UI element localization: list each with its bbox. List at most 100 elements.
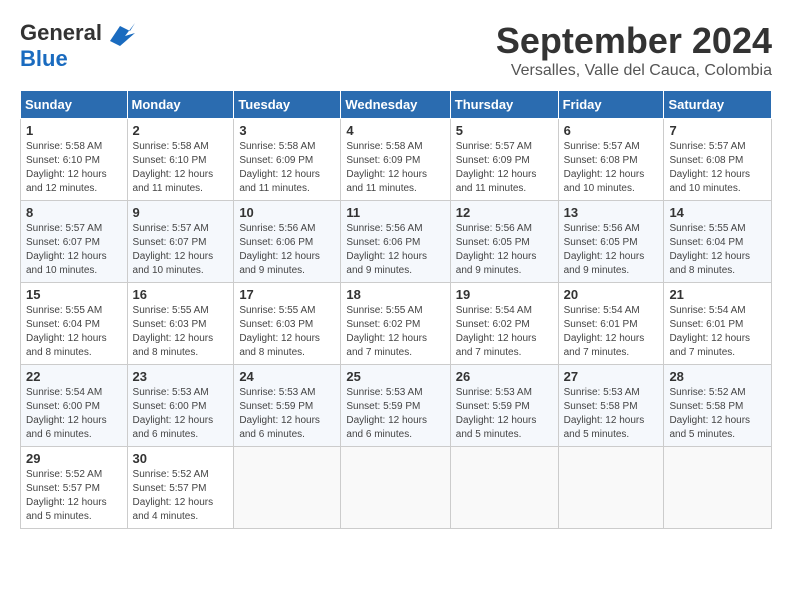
weekday-header-friday: Friday bbox=[558, 91, 664, 119]
day-info: Sunrise: 5:57 AMSunset: 6:07 PMDaylight:… bbox=[133, 222, 229, 278]
calendar-cell: 8 Sunrise: 5:57 AMSunset: 6:07 PMDaylight… bbox=[21, 201, 128, 283]
day-number: 14 bbox=[669, 205, 766, 220]
calendar-cell bbox=[450, 447, 558, 529]
calendar-cell: 21Sunrise: 5:54 AMSunset: 6:01 PMDayligh… bbox=[664, 283, 772, 365]
day-info: Sunrise: 5:54 AMSunset: 6:01 PMDaylight:… bbox=[669, 304, 766, 360]
calendar-cell: 28 Sunrise: 5:52 AMSunset: 5:58 PMDayligh… bbox=[664, 365, 772, 447]
calendar-cell bbox=[664, 447, 772, 529]
day-info: Sunrise: 5:54 AMSunset: 6:00 PMDaylight:… bbox=[26, 386, 122, 442]
day-info: Sunrise: 5:56 AMSunset: 6:05 PMDaylight:… bbox=[564, 222, 659, 278]
calendar-cell: 20Sunrise: 5:54 AMSunset: 6:01 PMDayligh… bbox=[558, 283, 664, 365]
calendar-cell: 3Sunrise: 5:58 AMSunset: 6:09 PMDaylight… bbox=[234, 119, 341, 201]
calendar-cell: 26Sunrise: 5:53 AMSunset: 5:59 PMDayligh… bbox=[450, 365, 558, 447]
day-info: Sunrise: 5:55 AMSunset: 6:03 PMDaylight:… bbox=[133, 304, 229, 360]
calendar-cell: 9 Sunrise: 5:57 AMSunset: 6:07 PMDaylight… bbox=[127, 201, 234, 283]
day-number: 26 bbox=[456, 369, 553, 384]
day-info: Sunrise: 5:56 AMSunset: 6:05 PMDaylight:… bbox=[456, 222, 553, 278]
day-info: Sunrise: 5:53 AMSunset: 5:58 PMDaylight:… bbox=[564, 386, 659, 442]
day-number: 9 bbox=[133, 205, 229, 220]
weekday-header-wednesday: Wednesday bbox=[341, 91, 450, 119]
day-info: Sunrise: 5:55 AMSunset: 6:02 PMDaylight:… bbox=[346, 304, 444, 360]
calendar-cell: 10 Sunrise: 5:56 AMSunset: 6:06 PMDayligh… bbox=[234, 201, 341, 283]
day-info: Sunrise: 5:57 AMSunset: 6:09 PMDaylight:… bbox=[456, 140, 553, 196]
calendar-cell bbox=[234, 447, 341, 529]
logo-blue-text: Blue bbox=[20, 46, 68, 72]
day-info: Sunrise: 5:56 AMSunset: 6:06 PMDaylight:… bbox=[346, 222, 444, 278]
calendar-week-5: 29 Sunrise: 5:52 AMSunset: 5:57 PMDayligh… bbox=[21, 447, 772, 529]
day-info: Sunrise: 5:53 AMSunset: 5:59 PMDaylight:… bbox=[239, 386, 335, 442]
calendar-cell: 4 Sunrise: 5:58 AMSunset: 6:09 PMDaylight… bbox=[341, 119, 450, 201]
weekday-header-row: SundayMondayTuesdayWednesdayThursdayFrid… bbox=[21, 91, 772, 119]
calendar-cell: 1Sunrise: 5:58 AMSunset: 6:10 PMDaylight… bbox=[21, 119, 128, 201]
day-info: Sunrise: 5:58 AMSunset: 6:09 PMDaylight:… bbox=[239, 140, 335, 196]
day-info: Sunrise: 5:55 AMSunset: 6:04 PMDaylight:… bbox=[669, 222, 766, 278]
day-number: 7 bbox=[669, 123, 766, 138]
calendar-week-2: 8 Sunrise: 5:57 AMSunset: 6:07 PMDaylight… bbox=[21, 201, 772, 283]
weekday-header-tuesday: Tuesday bbox=[234, 91, 341, 119]
calendar-cell: 6Sunrise: 5:57 AMSunset: 6:08 PMDaylight… bbox=[558, 119, 664, 201]
page-header: General Blue September 2024 Versalles, V… bbox=[20, 20, 772, 80]
day-number: 20 bbox=[564, 287, 659, 302]
day-number: 10 bbox=[239, 205, 335, 220]
logo-general-text: General bbox=[20, 20, 102, 46]
day-number: 28 bbox=[669, 369, 766, 384]
calendar-cell: 27 Sunrise: 5:53 AMSunset: 5:58 PMDayligh… bbox=[558, 365, 664, 447]
day-info: Sunrise: 5:52 AMSunset: 5:57 PMDaylight:… bbox=[26, 468, 122, 524]
day-number: 23 bbox=[133, 369, 229, 384]
weekday-header-thursday: Thursday bbox=[450, 91, 558, 119]
calendar-cell: 13 Sunrise: 5:56 AMSunset: 6:05 PMDayligh… bbox=[558, 201, 664, 283]
calendar-cell: 24 Sunrise: 5:53 AMSunset: 5:59 PMDayligh… bbox=[234, 365, 341, 447]
calendar-cell: 5 Sunrise: 5:57 AMSunset: 6:09 PMDaylight… bbox=[450, 119, 558, 201]
calendar-cell: 11 Sunrise: 5:56 AMSunset: 6:06 PMDayligh… bbox=[341, 201, 450, 283]
calendar-cell: 25 Sunrise: 5:53 AMSunset: 5:59 PMDayligh… bbox=[341, 365, 450, 447]
day-info: Sunrise: 5:57 AMSunset: 6:08 PMDaylight:… bbox=[669, 140, 766, 196]
title-section: September 2024 Versalles, Valle del Cauc… bbox=[496, 20, 772, 80]
day-number: 29 bbox=[26, 451, 122, 466]
calendar-week-3: 15 Sunrise: 5:55 AMSunset: 6:04 PMDayligh… bbox=[21, 283, 772, 365]
day-number: 5 bbox=[456, 123, 553, 138]
calendar-cell: 17Sunrise: 5:55 AMSunset: 6:03 PMDayligh… bbox=[234, 283, 341, 365]
day-number: 8 bbox=[26, 205, 122, 220]
day-number: 18 bbox=[346, 287, 444, 302]
day-number: 27 bbox=[564, 369, 659, 384]
calendar-cell: 16 Sunrise: 5:55 AMSunset: 6:03 PMDayligh… bbox=[127, 283, 234, 365]
calendar-cell bbox=[341, 447, 450, 529]
day-number: 16 bbox=[133, 287, 229, 302]
day-info: Sunrise: 5:54 AMSunset: 6:02 PMDaylight:… bbox=[456, 304, 553, 360]
day-number: 19 bbox=[456, 287, 553, 302]
weekday-header-saturday: Saturday bbox=[664, 91, 772, 119]
day-info: Sunrise: 5:53 AMSunset: 5:59 PMDaylight:… bbox=[346, 386, 444, 442]
day-number: 30 bbox=[133, 451, 229, 466]
day-info: Sunrise: 5:56 AMSunset: 6:06 PMDaylight:… bbox=[239, 222, 335, 278]
day-number: 15 bbox=[26, 287, 122, 302]
weekday-header-monday: Monday bbox=[127, 91, 234, 119]
calendar-cell: 29 Sunrise: 5:52 AMSunset: 5:57 PMDayligh… bbox=[21, 447, 128, 529]
day-number: 11 bbox=[346, 205, 444, 220]
calendar-cell: 18 Sunrise: 5:55 AMSunset: 6:02 PMDayligh… bbox=[341, 283, 450, 365]
day-number: 22 bbox=[26, 369, 122, 384]
calendar-cell: 7 Sunrise: 5:57 AMSunset: 6:08 PMDaylight… bbox=[664, 119, 772, 201]
calendar-cell: 30 Sunrise: 5:52 AMSunset: 5:57 PMDayligh… bbox=[127, 447, 234, 529]
day-number: 13 bbox=[564, 205, 659, 220]
logo-bird-icon bbox=[105, 21, 135, 46]
calendar-cell: 23Sunrise: 5:53 AMSunset: 6:00 PMDayligh… bbox=[127, 365, 234, 447]
day-info: Sunrise: 5:58 AMSunset: 6:10 PMDaylight:… bbox=[133, 140, 229, 196]
calendar-cell: 12 Sunrise: 5:56 AMSunset: 6:05 PMDayligh… bbox=[450, 201, 558, 283]
day-info: Sunrise: 5:52 AMSunset: 5:57 PMDaylight:… bbox=[133, 468, 229, 524]
day-number: 24 bbox=[239, 369, 335, 384]
day-info: Sunrise: 5:57 AMSunset: 6:07 PMDaylight:… bbox=[26, 222, 122, 278]
day-number: 17 bbox=[239, 287, 335, 302]
calendar-cell bbox=[558, 447, 664, 529]
day-number: 25 bbox=[346, 369, 444, 384]
day-number: 2 bbox=[133, 123, 229, 138]
logo: General Blue bbox=[20, 20, 135, 72]
day-number: 1 bbox=[26, 123, 122, 138]
weekday-header-sunday: Sunday bbox=[21, 91, 128, 119]
calendar-cell: 19 Sunrise: 5:54 AMSunset: 6:02 PMDayligh… bbox=[450, 283, 558, 365]
calendar-week-1: 1 Sunrise: 5:58 AMSunset: 6:10 PMDaylight… bbox=[21, 119, 772, 201]
day-info: Sunrise: 5:58 AMSunset: 6:09 PMDaylight:… bbox=[346, 140, 444, 196]
day-number: 4 bbox=[346, 123, 444, 138]
day-number: 12 bbox=[456, 205, 553, 220]
day-info: Sunrise: 5:55 AMSunset: 6:04 PMDaylight:… bbox=[26, 304, 122, 360]
day-info: Sunrise: 5:52 AMSunset: 5:58 PMDaylight:… bbox=[669, 386, 766, 442]
